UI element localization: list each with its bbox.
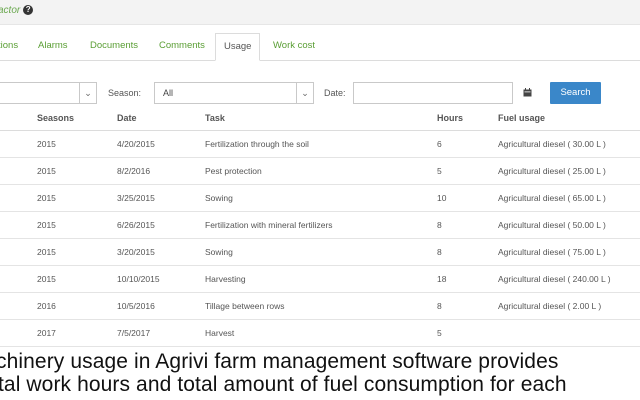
table-row[interactable]: 2015 6/26/2015 Fertilization with minera… <box>0 211 640 239</box>
caption-overlay: chinery usage in Agrivi farm management … <box>0 348 640 400</box>
row-blank <box>0 238 37 266</box>
date-label: Date: <box>324 88 346 98</box>
row-blank <box>0 130 37 158</box>
cell-task: Sowing <box>205 238 437 266</box>
cell-task: Pest protection <box>205 157 437 185</box>
header-seasons[interactable]: Seasons <box>37 105 117 131</box>
cell-task: Tillage between rows <box>205 292 437 320</box>
row-blank <box>0 292 37 320</box>
cell-date: 3/20/2015 <box>117 238 205 266</box>
tab-work-cost[interactable]: Work cost <box>273 33 315 59</box>
season-select[interactable]: All ⌄ <box>154 82 314 104</box>
breadcrumb[interactable]: actor? <box>0 5 34 16</box>
row-blank <box>0 265 37 293</box>
cell-task: Sowing <box>205 184 437 212</box>
cell-season: 2015 <box>37 238 117 266</box>
cell-fuel-usage <box>498 319 640 347</box>
cell-fuel-usage: Agricultural diesel ( 50.00 L ) <box>498 211 640 239</box>
cell-season: 2017 <box>37 319 117 347</box>
cell-season: 2015 <box>37 184 117 212</box>
header-task[interactable]: Task <box>205 105 437 131</box>
header-date[interactable]: Date <box>117 105 205 131</box>
table-row[interactable]: 2015 3/20/2015 Sowing 8 Agricultural die… <box>0 238 640 266</box>
cell-hours: 5 <box>437 319 498 347</box>
usage-table: Seasons Date Task Hours Fuel usage 2015 … <box>0 105 640 347</box>
help-icon[interactable]: ? <box>23 5 34 16</box>
cell-hours: 5 <box>437 157 498 185</box>
row-blank <box>0 319 37 347</box>
chevron-down-icon: ⌄ <box>79 83 96 103</box>
cell-task: Harvest <box>205 319 437 347</box>
caption-line-1: chinery usage in Agrivi farm management … <box>0 350 559 373</box>
cell-date: 10/10/2015 <box>117 265 205 293</box>
cell-fuel-usage: Agricultural diesel ( 75.00 L ) <box>498 238 640 266</box>
tab-comments[interactable]: Comments <box>159 33 205 59</box>
table-row[interactable]: 2017 7/5/2017 Harvest 5 <box>0 319 640 347</box>
table-row[interactable]: 2015 10/10/2015 Harvesting 18 Agricultur… <box>0 265 640 293</box>
cell-date: 10/5/2016 <box>117 292 205 320</box>
cell-fuel-usage: Agricultural diesel ( 65.00 L ) <box>498 184 640 212</box>
cell-task: Fertilization through the soil <box>205 130 437 158</box>
cell-date: 4/20/2015 <box>117 130 205 158</box>
cell-season: 2015 <box>37 157 117 185</box>
cell-date: 7/5/2017 <box>117 319 205 347</box>
caption-line-2: tal work hours and total amount of fuel … <box>0 373 567 396</box>
table-row[interactable]: 2015 4/20/2015 Fertilization through the… <box>0 130 640 158</box>
chevron-down-icon: ⌄ <box>296 83 313 103</box>
cell-season: 2015 <box>37 211 117 239</box>
search-button[interactable]: Search <box>550 82 601 104</box>
tab-usage[interactable]: Usage <box>215 33 261 61</box>
header-fuel-usage[interactable]: Fuel usage <box>498 105 640 131</box>
season-select-value: All <box>163 88 174 98</box>
tab-bar: tions Alarms Documents Comments Usage Wo… <box>0 33 640 61</box>
cell-fuel-usage: Agricultural diesel ( 30.00 L ) <box>498 130 640 158</box>
calendar-icon[interactable] <box>523 88 532 97</box>
cell-hours: 8 <box>437 211 498 239</box>
season-label: Season: <box>108 88 142 98</box>
machinery-select[interactable]: ⌄ <box>0 82 97 104</box>
cell-hours: 8 <box>437 238 498 266</box>
cell-task: Harvesting <box>205 265 437 293</box>
cell-season: 2016 <box>37 292 117 320</box>
table-row[interactable]: 2016 10/5/2016 Tillage between rows 8 Ag… <box>0 292 640 320</box>
cell-fuel-usage: Agricultural diesel ( 25.00 L ) <box>498 157 640 185</box>
cell-hours: 18 <box>437 265 498 293</box>
cell-date: 3/25/2015 <box>117 184 205 212</box>
table-row[interactable]: 2015 3/25/2015 Sowing 10 Agricultural di… <box>0 184 640 212</box>
top-bar: actor? <box>0 0 640 25</box>
cell-season: 2015 <box>37 265 117 293</box>
header-hours[interactable]: Hours <box>437 105 498 131</box>
row-blank <box>0 157 37 185</box>
tab-documents[interactable]: Documents <box>90 33 138 59</box>
cell-date: 8/2/2016 <box>117 157 205 185</box>
cell-hours: 8 <box>437 292 498 320</box>
header-blank <box>0 105 37 131</box>
tab-alarms[interactable]: Alarms <box>38 33 68 59</box>
cell-hours: 10 <box>437 184 498 212</box>
cell-fuel-usage: Agricultural diesel ( 2.00 L ) <box>498 292 640 320</box>
date-input[interactable] <box>353 82 513 104</box>
row-blank <box>0 184 37 212</box>
cell-task: Fertilization with mineral fertilizers <box>205 211 437 239</box>
table-row[interactable]: 2015 8/2/2016 Pest protection 5 Agricult… <box>0 157 640 185</box>
cell-hours: 6 <box>437 130 498 158</box>
breadcrumb-label[interactable]: actor <box>0 5 20 16</box>
cell-fuel-usage: Agricultural diesel ( 240.00 L ) <box>498 265 640 293</box>
table-header-row: Seasons Date Task Hours Fuel usage <box>0 105 640 131</box>
cell-date: 6/26/2015 <box>117 211 205 239</box>
cell-season: 2015 <box>37 130 117 158</box>
row-blank <box>0 211 37 239</box>
tab-operations[interactable]: tions <box>0 33 18 59</box>
